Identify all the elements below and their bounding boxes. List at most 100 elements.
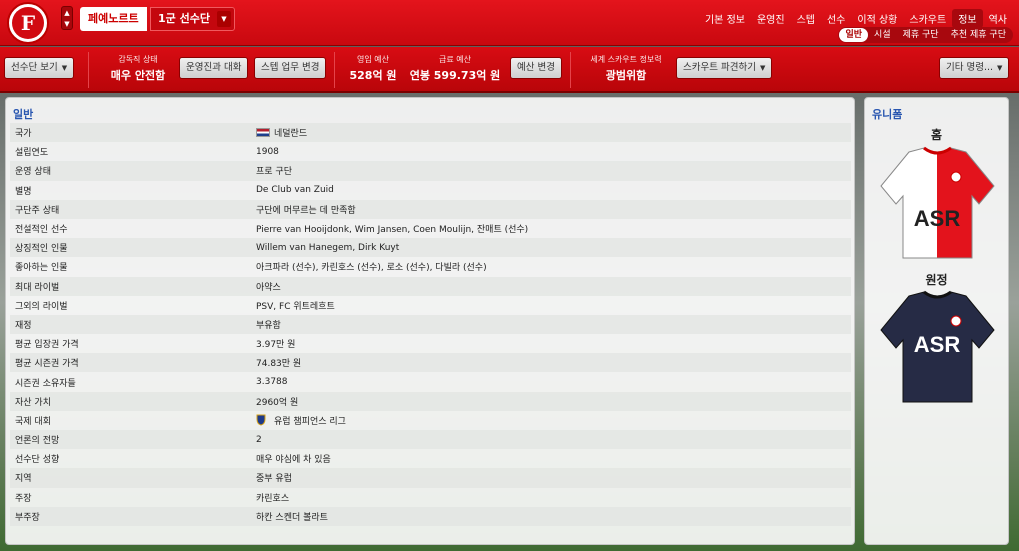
sub-nav-tab[interactable]: 제휴 구단: [897, 28, 945, 42]
table-row: 국가 네덜란드: [10, 123, 851, 143]
home-kit-badge: [950, 171, 962, 183]
row-value: 2: [256, 435, 262, 445]
wage-budget-value: 연봉 599.73억 원: [409, 69, 501, 82]
row-value: 유럽 챔피언스 리그: [256, 414, 346, 427]
table-row: 상징적인 인물 Willem van Hanegem, Dirk Kuyt: [10, 238, 851, 258]
row-label: 재정: [15, 320, 32, 331]
row-value: 2960억 원: [256, 395, 298, 408]
top-bar: F ▲ ▼ 페예노르트 1군 선수단 ▼ 기본 정보 운영진 스텝 선수 이적 상황 스카우트…: [0, 0, 1019, 46]
dispatch-scout-button[interactable]: 스카우트 파견하기 ▼: [676, 57, 773, 79]
table-row: 그외의 라이벌 PSV, FC 위트레흐트: [10, 296, 851, 315]
table-row: 설립연도 1908: [10, 142, 851, 161]
row-value-text: 유럽 챔피언스 리그: [274, 416, 346, 427]
change-budget-button[interactable]: 예산 변경: [510, 57, 562, 79]
row-label: 전설적인 선수: [15, 225, 68, 236]
down-arrow-icon[interactable]: ▼: [64, 20, 69, 28]
squad-view-label: 선수단 보기: [11, 62, 58, 73]
row-value: 카린호스: [256, 491, 289, 504]
board-status-label: 감독직 상태: [118, 55, 158, 64]
row-value-text: 네덜란드: [274, 129, 308, 140]
nav-tab[interactable]: 선수: [821, 9, 851, 28]
row-label: 국제 대회: [15, 416, 51, 427]
row-value: 아크파라 (선수), 카린호스 (선수), 로소 (선수), 다빌라 (선수): [256, 260, 487, 273]
row-label: 최대 라이벌: [15, 282, 60, 293]
chevron-down-icon: ▼: [997, 64, 1003, 72]
row-value: 부유함: [256, 318, 281, 331]
row-value: 하칸 스켄더 볼라트: [256, 510, 328, 523]
row-value: 1908: [256, 147, 279, 157]
row-label: 지역: [15, 474, 32, 485]
transfer-budget: 영입 예산 528억 원: [345, 54, 401, 83]
nav-tab[interactable]: 이적 상황: [851, 9, 903, 28]
row-label: 그외의 라이벌: [15, 301, 68, 312]
row-value-text: 하칸 스켄더 볼라트: [256, 512, 328, 523]
chevron-down-icon[interactable]: ▼: [217, 11, 231, 27]
other-commands-label: 기타 명령...: [946, 62, 994, 73]
row-value-text: Willem van Hanegem, Dirk Kuyt: [256, 242, 400, 253]
row-label: 좋아하는 인물: [15, 263, 68, 274]
divider: [334, 52, 335, 88]
netherlands-flag-icon: [256, 128, 270, 138]
away-kit-badge: [950, 315, 962, 327]
row-label: 국가: [15, 129, 32, 140]
kits-panel-title: 유니폼: [872, 108, 903, 121]
club-switcher[interactable]: ▲ ▼: [61, 6, 73, 30]
row-label: 언론의 전망: [15, 436, 60, 447]
up-arrow-icon[interactable]: ▲: [64, 9, 69, 17]
row-value: 중부 유럽: [256, 471, 292, 484]
table-row: 선수단 성향 매우 야심에 차 있음: [10, 449, 851, 468]
scouting-range-label: 세계 스카우트 정보력: [590, 55, 662, 64]
table-row: 평균 입장권 가격 3.97만 원: [10, 334, 851, 353]
row-value: De Club van Zuid: [256, 185, 334, 195]
talk-board-button[interactable]: 운영진과 대화: [179, 57, 249, 79]
crest-letter: F: [12, 7, 44, 39]
row-label: 평균 시즌권 가격: [15, 359, 79, 370]
table-row: 재정 부유함: [10, 314, 851, 335]
away-kit-label: 원정: [925, 273, 948, 287]
wage-budget: 급료 예산연봉 599.73억 원: [408, 54, 502, 83]
table-row: 최대 라이벌 아약스: [10, 276, 851, 296]
row-value: 매우 야심에 차 있음: [256, 452, 331, 465]
table-row: 지역 중부 유럽: [10, 468, 851, 488]
row-value: 3.3788: [256, 377, 288, 387]
sub-nav-tab[interactable]: 일반: [839, 28, 869, 42]
row-label: 별명: [15, 186, 32, 197]
change-staff-button[interactable]: 스텝 업무 변경: [254, 57, 327, 79]
row-value-text: 2960억 원: [256, 397, 299, 408]
row-value-text: 3.97만 원: [256, 340, 296, 351]
wage-budget-label: 급료 예산: [439, 55, 471, 64]
table-row: 언론의 전망 2: [10, 430, 851, 450]
squad-view-button[interactable]: 선수단 보기 ▼: [4, 57, 75, 79]
squad-select[interactable]: 1군 선수단 ▼: [150, 7, 235, 31]
table-row: 주장 카린호스: [10, 488, 851, 507]
row-label: 시즌권 소유자들: [15, 378, 76, 389]
nav-tab[interactable]: 운영진: [751, 9, 791, 28]
table-row: 구단주 상태 구단에 머무르는 데 만족함: [10, 199, 851, 219]
nav-tab[interactable]: 정보: [952, 9, 983, 28]
row-value-text: 아약스: [256, 282, 281, 293]
table-row: 별명 De Club van Zuid: [10, 181, 851, 200]
sub-nav-tab[interactable]: 시설: [868, 28, 897, 42]
transfer-budget-value: 528억 원: [349, 69, 397, 82]
club-tab[interactable]: 페예노르트: [80, 7, 147, 31]
nav-tab[interactable]: 기본 정보: [699, 9, 751, 28]
row-value: Willem van Hanegem, Dirk Kuyt: [256, 243, 399, 253]
other-commands-button[interactable]: 기타 명령... ▼: [939, 57, 1010, 79]
row-label: 자산 가치: [15, 397, 51, 408]
divider: [570, 52, 571, 88]
row-label: 상징적인 인물: [15, 244, 68, 255]
sub-nav-tab[interactable]: 추천 제휴 구단: [945, 28, 1012, 42]
row-value-text: 부유함: [256, 320, 281, 331]
board-status-value: 매우 안전함: [110, 69, 166, 82]
club-crest[interactable]: F: [7, 2, 49, 44]
row-value-text: 74.83만 원: [256, 359, 302, 370]
away-kit-sponsor: ASR: [914, 332, 961, 357]
row-value: 아약스: [256, 280, 281, 293]
row-value: PSV, FC 위트레흐트: [256, 299, 335, 312]
transfer-budget-label: 영입 예산: [357, 55, 389, 64]
nav-tab[interactable]: 스텝: [791, 9, 821, 28]
row-label: 선수단 성향: [15, 455, 60, 466]
nav-tab[interactable]: 스카우트: [903, 9, 952, 28]
row-value-text: Pierre van Hooijdonk, Wim Jansen, Coen M…: [256, 225, 529, 236]
nav-tab[interactable]: 역사: [983, 9, 1013, 28]
